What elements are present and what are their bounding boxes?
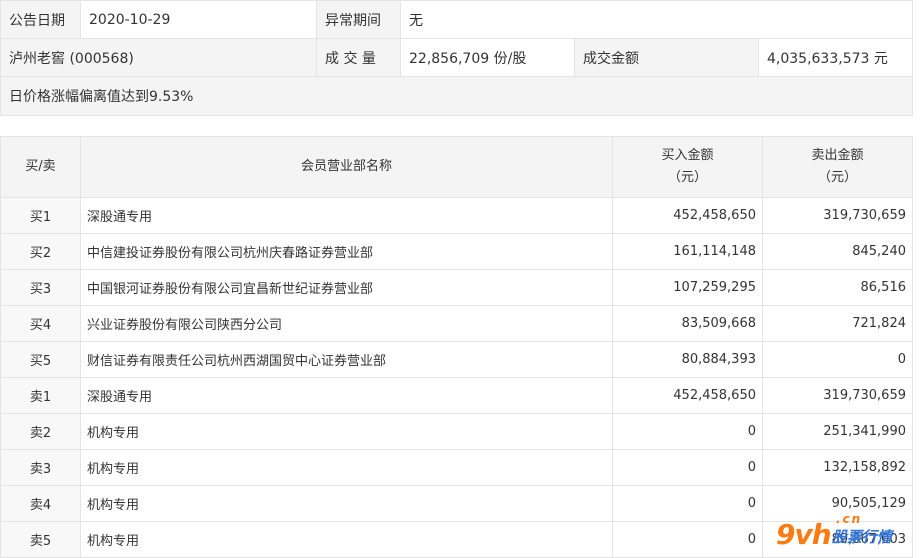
row-buy-amount: 0: [612, 449, 763, 486]
row-branch-name: 兴业证券股份有限公司陕西分公司: [80, 305, 613, 342]
table-row: 卖3 机构专用 0 132,158,892: [0, 449, 913, 486]
header-buy-label: 买入金额: [661, 148, 714, 163]
watermark-logo: 9vh: [776, 518, 832, 551]
row-sell-amount: 319,730,659: [762, 377, 913, 414]
row-buy-amount: 452,458,650: [612, 197, 763, 234]
trading-seats-table: 买/卖 会员营业部名称 买入金额 （元） 卖出金额 （元） 买1 深股通专用 452…: [0, 136, 913, 558]
row-sell-amount: 721,824: [762, 305, 913, 342]
header-side: 买/卖: [0, 136, 81, 198]
row-branch-name: 中信建投证券股份有限公司杭州庆春路证券营业部: [80, 233, 613, 270]
table-row: 买4 兴业证券股份有限公司陕西分公司 83,509,668 721,824: [0, 305, 913, 342]
row-buy-amount: 0: [612, 413, 763, 450]
header-sell-unit: （元）: [817, 170, 857, 185]
row-side-cell: 卖2: [0, 413, 81, 450]
info-row-date: 公告日期 2020-10-29 异常期间 无: [0, 0, 914, 39]
row-branch-name: 深股通专用: [80, 377, 613, 414]
stock-name: 泸州老窖 (000568): [0, 38, 317, 77]
site-watermark: 9vh .cn 股票行情: [776, 512, 916, 554]
info-row-reason: 日价格涨幅偏离值达到9.53%: [0, 76, 914, 116]
amount-label: 成交金额: [574, 38, 759, 77]
header-sell-label: 卖出金额: [811, 148, 864, 163]
row-buy-amount: 80,884,393: [612, 341, 763, 378]
row-branch-name: 机构专用: [80, 449, 613, 486]
volume-value: 22,856,709 份/股: [400, 38, 575, 77]
row-branch-name: 机构专用: [80, 521, 613, 558]
table-row: 买1 深股通专用 452,458,650 319,730,659: [0, 197, 913, 234]
watermark-text: 股票行情: [832, 528, 893, 546]
row-buy-amount: 0: [612, 485, 763, 522]
announcement-info-table: 公告日期 2020-10-29 异常期间 无 泸州老窖 (000568) 成 交…: [0, 0, 914, 116]
row-buy-amount: 161,114,148: [612, 233, 763, 270]
row-sell-amount: 251,341,990: [762, 413, 913, 450]
row-buy-amount: 107,259,295: [612, 269, 763, 306]
period-value: 无: [399, 0, 914, 39]
header-name: 会员营业部名称: [80, 136, 613, 198]
row-branch-name: 机构专用: [80, 413, 613, 450]
header-sell: 卖出金额 （元）: [762, 136, 913, 198]
row-side-cell: 买2: [0, 233, 81, 270]
table-row: 卖1 深股通专用 452,458,650 319,730,659: [0, 377, 913, 414]
row-sell-amount: 132,158,892: [762, 449, 913, 486]
watermark-domain: .cn: [836, 512, 863, 526]
header-buy-unit: （元）: [667, 170, 707, 185]
row-side-cell: 卖4: [0, 485, 81, 522]
info-row-trade: 泸州老窖 (000568) 成 交 量 22,856,709 份/股 成交金额 …: [0, 38, 914, 77]
row-branch-name: 财信证券有限责任公司杭州西湖国贸中心证券营业部: [80, 341, 613, 378]
row-branch-name: 中国银河证券股份有限公司宜昌新世纪证券营业部: [80, 269, 613, 306]
table-row: 买3 中国银河证券股份有限公司宜昌新世纪证券营业部 107,259,295 86,51…: [0, 269, 913, 306]
row-sell-amount: 845,240: [762, 233, 913, 270]
row-side-cell: 卖5: [0, 521, 81, 558]
row-branch-name: 深股通专用: [80, 197, 613, 234]
row-sell-amount: 86,516: [762, 269, 913, 306]
row-side-cell: 买5: [0, 341, 81, 378]
date-value: 2020-10-29: [80, 0, 317, 39]
row-branch-name: 机构专用: [80, 485, 613, 522]
table-row: 买2 中信建投证券股份有限公司杭州庆春路证券营业部 161,114,148 845,2…: [0, 233, 913, 270]
row-side-cell: 卖1: [0, 377, 81, 414]
date-label: 公告日期: [0, 0, 81, 39]
reason-text: 日价格涨幅偏离值达到9.53%: [0, 76, 914, 116]
header-buy: 买入金额 （元）: [612, 136, 763, 198]
row-side-cell: 买1: [0, 197, 81, 234]
table-row: 卖2 机构专用 0 251,341,990: [0, 413, 913, 450]
row-buy-amount: 0: [612, 521, 763, 558]
row-sell-amount: 319,730,659: [762, 197, 913, 234]
row-side-cell: 卖3: [0, 449, 81, 486]
row-side-cell: 买3: [0, 269, 81, 306]
table-header-row: 买/卖 会员营业部名称 买入金额 （元） 卖出金额 （元）: [0, 136, 913, 198]
volume-label: 成 交 量: [316, 38, 401, 77]
row-buy-amount: 452,458,650: [612, 377, 763, 414]
row-buy-amount: 83,509,668: [612, 305, 763, 342]
period-label: 异常期间: [316, 0, 401, 39]
amount-value: 4,035,633,573 元: [757, 38, 914, 77]
row-sell-amount: 0: [762, 341, 913, 378]
row-side-cell: 买4: [0, 305, 81, 342]
table-row: 买5 财信证券有限责任公司杭州西湖国贸中心证券营业部 80,884,393 0: [0, 341, 913, 378]
